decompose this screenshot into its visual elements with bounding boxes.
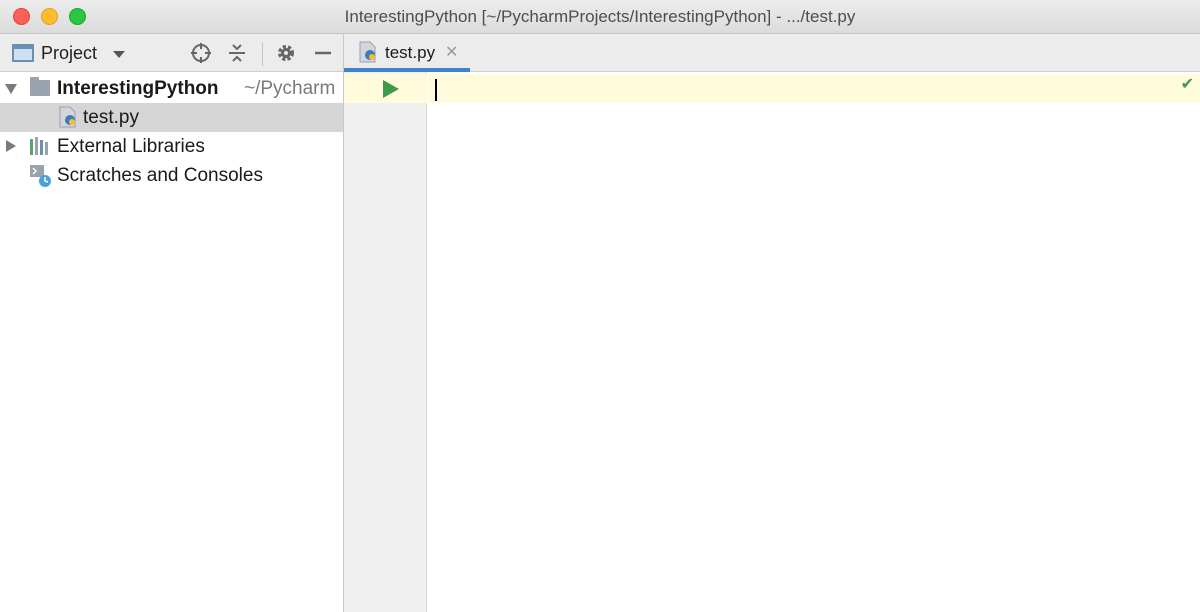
collapsed-arrow-icon[interactable] xyxy=(6,140,16,152)
editor-gutter xyxy=(344,72,427,612)
title-bar: InterestingPython [~/PycharmProjects/Int… xyxy=(0,0,1200,34)
text-caret xyxy=(435,79,437,101)
editor-area: test.py ✕ ✔ xyxy=(344,34,1200,612)
project-view-dropdown[interactable]: Project xyxy=(41,43,97,64)
project-toolbar: Project xyxy=(0,34,343,72)
tree-item-test-py[interactable]: test.py xyxy=(0,103,343,132)
run-icon[interactable] xyxy=(383,80,399,98)
editor-tab-bar: test.py ✕ xyxy=(344,34,1200,72)
chevron-down-icon[interactable] xyxy=(113,51,125,58)
gear-icon[interactable] xyxy=(275,42,297,64)
collapse-all-icon[interactable] xyxy=(226,42,248,64)
inspection-ok-icon[interactable]: ✔ xyxy=(1181,74,1194,94)
close-tab-icon[interactable]: ✕ xyxy=(445,42,458,62)
window-title: InterestingPython [~/PycharmProjects/Int… xyxy=(344,7,856,26)
project-view-icon xyxy=(12,44,34,62)
library-icon xyxy=(30,137,48,155)
file-name: test.py xyxy=(83,107,139,128)
tree-item-scratches[interactable]: Scratches and Consoles xyxy=(0,161,343,190)
python-file-icon xyxy=(59,106,76,128)
tab-test-py[interactable]: test.py ✕ xyxy=(344,34,470,72)
project-tool-window: Project InterestingPython ~/Pycharm test… xyxy=(0,34,344,612)
tab-label: test.py xyxy=(385,43,436,62)
current-line-highlight xyxy=(428,74,1200,103)
code-editor[interactable] xyxy=(428,72,1200,612)
gutter-current-line xyxy=(344,74,427,103)
tree-item-external-libraries[interactable]: External Libraries xyxy=(0,132,343,161)
scratches-label: Scratches and Consoles xyxy=(57,165,263,186)
expanded-arrow-icon[interactable] xyxy=(5,84,17,94)
locate-icon[interactable] xyxy=(190,42,212,64)
tree-item-project[interactable]: InterestingPython ~/Pycharm xyxy=(0,74,343,103)
scratches-icon xyxy=(30,165,51,187)
minimize-icon[interactable] xyxy=(312,42,334,64)
folder-icon xyxy=(30,77,50,96)
project-name: InterestingPython xyxy=(57,78,219,99)
python-file-icon xyxy=(359,41,376,63)
toolbar-separator xyxy=(262,42,263,66)
project-path: ~/Pycharm xyxy=(244,78,336,99)
libraries-label: External Libraries xyxy=(57,136,205,157)
